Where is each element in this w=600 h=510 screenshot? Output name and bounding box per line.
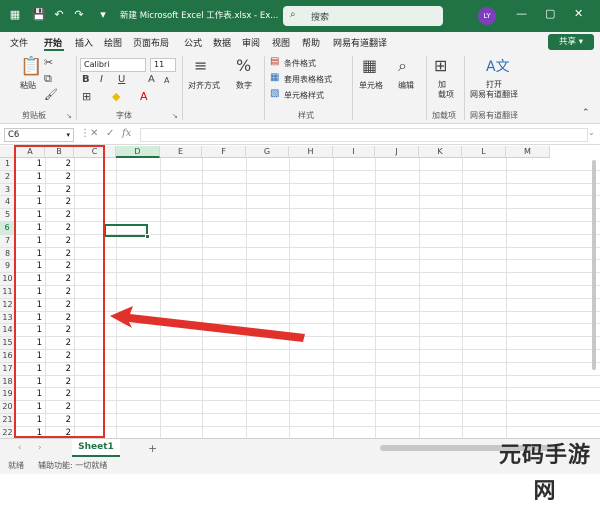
add-sheet-icon[interactable]: + (148, 442, 157, 455)
sheet-tab-label: Sheet1 (78, 442, 114, 452)
next-sheet-icon[interactable]: › (38, 443, 42, 453)
watermark-logo: 元码手游网 (498, 443, 591, 504)
ready-status: 就绪 (8, 461, 24, 470)
prev-sheet-icon[interactable]: ‹ (18, 443, 22, 453)
accessibility-status[interactable]: 辅助功能: 一切就绪 (38, 460, 107, 471)
annotation-arrow (110, 306, 305, 342)
sheet-tab-sheet1[interactable]: Sheet1 (72, 439, 120, 457)
vertical-scrollbar[interactable] (592, 160, 596, 370)
